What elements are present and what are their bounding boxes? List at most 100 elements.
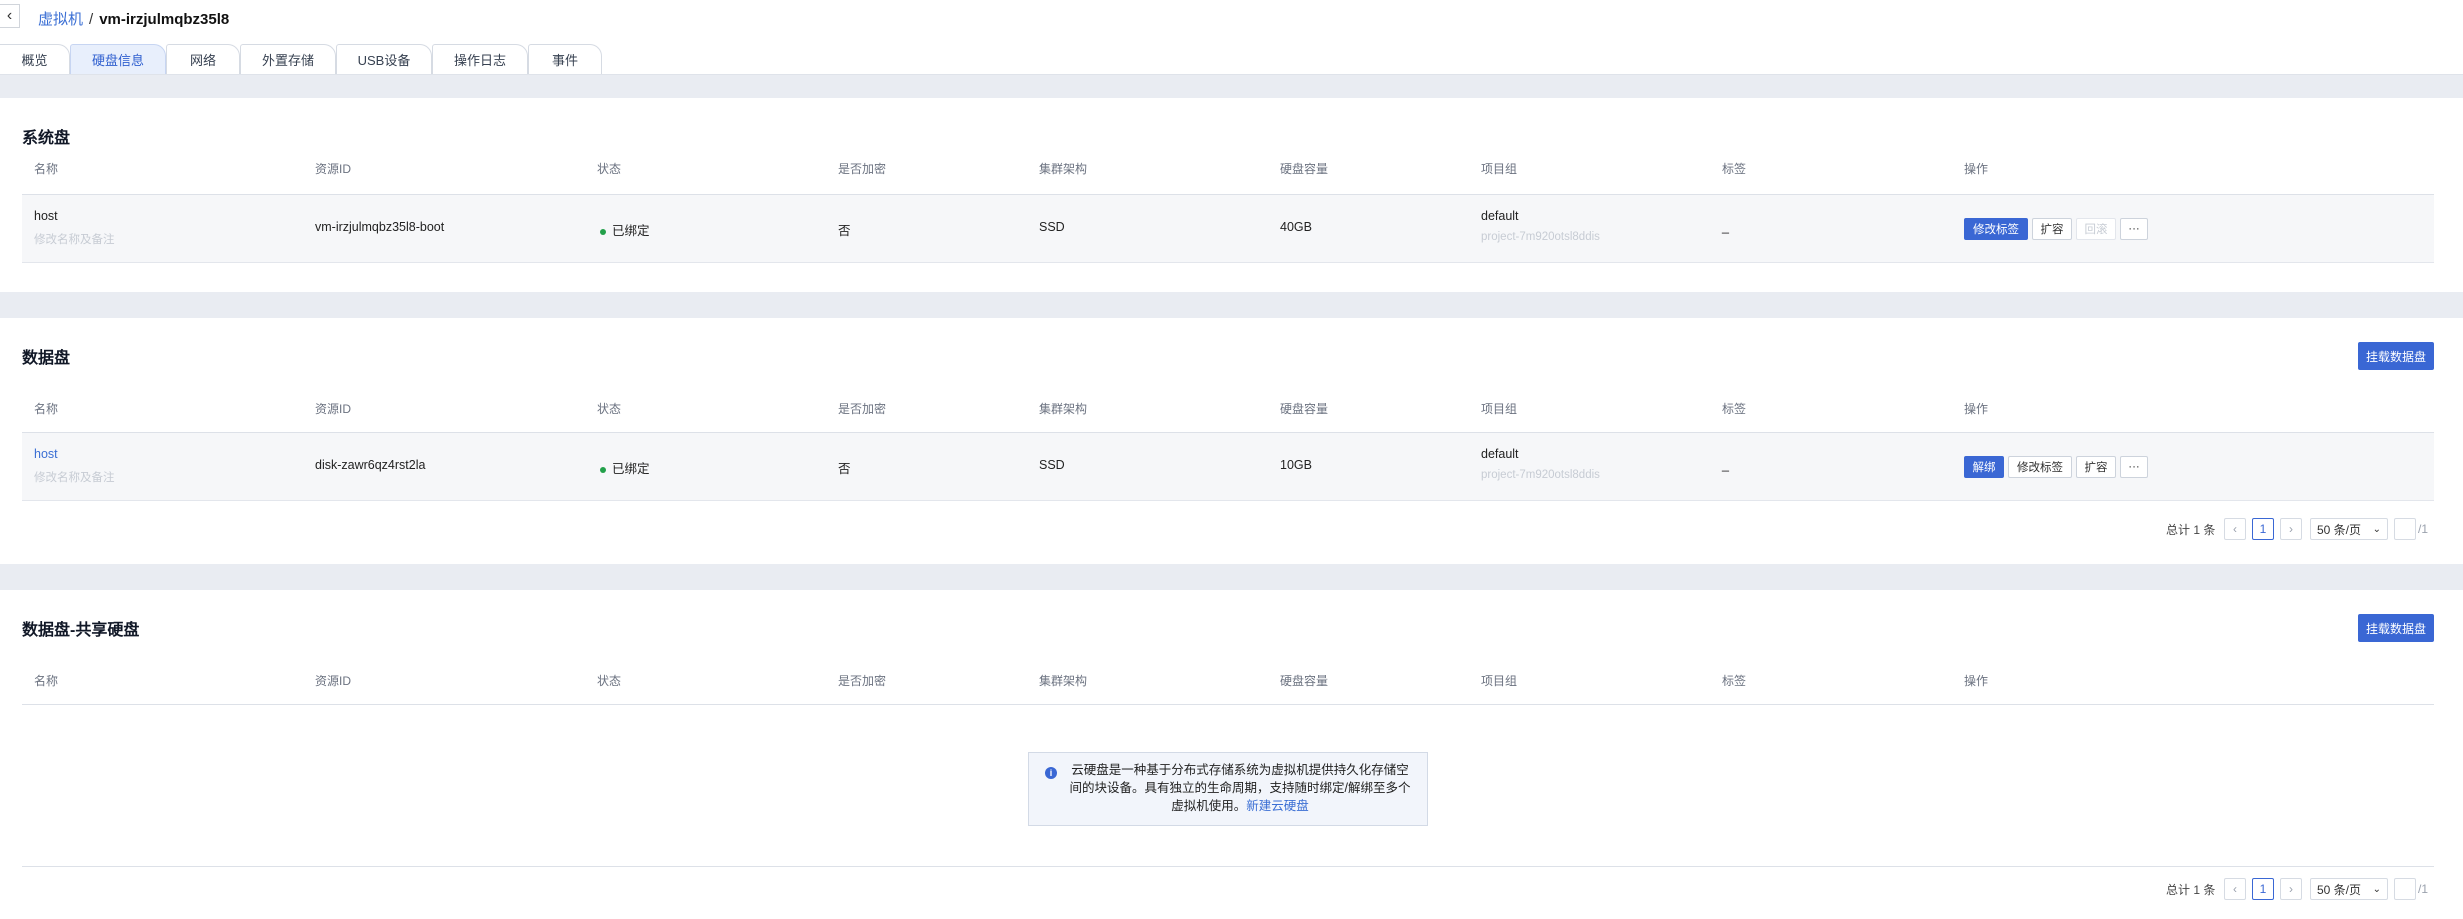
prev-page-button[interactable]: ‹	[2224, 878, 2246, 900]
col-arch: 集群架构	[1039, 402, 1088, 416]
col-resource-id: 资源ID	[315, 162, 352, 176]
table-row: host 修改名称及备注 disk-zawr6qz4rst2la 已绑定 否 S…	[22, 433, 2434, 501]
chevron-down-icon: ⌄	[2372, 883, 2381, 895]
status-dot-icon	[600, 228, 606, 235]
total-count: 总计 1 条	[2166, 522, 2216, 537]
arch-value: SSD	[1039, 458, 1065, 472]
status-badge: 已绑定	[600, 220, 650, 239]
disk-name: host	[34, 209, 58, 223]
col-encrypted: 是否加密	[838, 162, 887, 176]
tab-operation-log[interactable]: 操作日志	[432, 44, 528, 74]
col-name: 名称	[34, 402, 59, 416]
prev-page-button[interactable]: ‹	[2224, 518, 2246, 540]
resource-id: vm-irzjulmqbz35l8-boot	[315, 220, 445, 234]
rollback-button[interactable]: 回滚	[2076, 218, 2116, 240]
capacity-value: 10GB	[1280, 458, 1312, 472]
back-button[interactable]: ‹	[0, 4, 20, 28]
chevron-down-icon: ⌄	[2372, 523, 2381, 535]
create-cloud-disk-link[interactable]: 新建云硬盘	[1246, 799, 1309, 813]
total-count: 总计 1 条	[2166, 882, 2216, 897]
col-actions: 操作	[1964, 402, 1989, 416]
unbind-button[interactable]: 解绑	[1964, 456, 2004, 478]
more-actions-button[interactable]: ···	[2120, 218, 2148, 240]
next-page-button[interactable]: ›	[2280, 878, 2302, 900]
table-header: 名称 资源ID 状态 是否加密 集群架构 硬盘容量 项目组 标签 操作	[22, 672, 2434, 694]
breadcrumb-parent-link[interactable]: 虚拟机	[38, 11, 83, 28]
status-badge: 已绑定	[600, 458, 650, 477]
disk-name-link[interactable]: host	[34, 447, 58, 461]
status-dot-icon	[600, 466, 606, 473]
total-pages: /1	[2418, 882, 2429, 896]
table-header: 名称 资源ID 状态 是否加密 集群架构 硬盘容量 项目组 标签 操作	[22, 400, 2434, 422]
tab-disk-info[interactable]: 硬盘信息	[70, 44, 166, 74]
tag-value: _	[1722, 220, 1729, 234]
col-name: 名称	[34, 162, 59, 176]
page-jump-input[interactable]	[2394, 878, 2416, 900]
page-1-button[interactable]: 1	[2252, 878, 2274, 900]
encrypted-value: 否	[838, 224, 851, 238]
arch-value: SSD	[1039, 220, 1065, 234]
empty-state-notice: i 云硬盘是一种基于分布式存储系统为虚拟机提供持久化存储空间的块设备。具有独立的…	[1028, 752, 1428, 826]
table-bottom-divider	[22, 866, 2434, 867]
project-name: default	[1481, 209, 1519, 223]
empty-state-text: 云硬盘是一种基于分布式存储系统为虚拟机提供持久化存储空间的块设备。具有独立的生命…	[1069, 763, 1411, 813]
col-actions: 操作	[1964, 674, 1989, 688]
tab-bar: 概览 硬盘信息 网络 外置存储 USB设备 操作日志 事件	[0, 44, 2463, 75]
capacity-value: 40GB	[1280, 220, 1312, 234]
more-actions-button[interactable]: ···	[2120, 456, 2148, 478]
tab-events[interactable]: 事件	[528, 44, 602, 74]
page-size-value: 50 条/页	[2317, 522, 2362, 537]
section-title: 数据盘-共享硬盘	[22, 622, 140, 639]
col-status: 状态	[597, 402, 622, 416]
page-jump-input[interactable]	[2394, 518, 2416, 540]
col-arch: 集群架构	[1039, 162, 1088, 176]
col-resource-id: 资源ID	[315, 674, 352, 688]
page-size-value: 50 条/页	[2317, 882, 2362, 897]
col-arch: 集群架构	[1039, 674, 1088, 688]
mount-data-disk-button[interactable]: 挂载数据盘	[2358, 614, 2434, 642]
col-encrypted: 是否加密	[838, 402, 887, 416]
next-page-button[interactable]: ›	[2280, 518, 2302, 540]
breadcrumb: 虚拟机 / vm-irzjulmqbz35l8	[38, 8, 229, 29]
top-bar: ‹ 虚拟机 / vm-irzjulmqbz35l8 概览 硬盘信息 网络 外置存储 …	[0, 0, 2463, 75]
edit-tag-button[interactable]: 修改标签	[1964, 218, 2028, 240]
encrypted-value: 否	[838, 462, 851, 476]
project-id: project-7m920otsl8ddis	[1481, 469, 1600, 481]
expand-button[interactable]: 扩容	[2076, 456, 2116, 478]
total-pages: /1	[2418, 522, 2429, 536]
tab-network[interactable]: 网络	[166, 44, 240, 74]
col-resource-id: 资源ID	[315, 402, 352, 416]
tab-external-storage[interactable]: 外置存储	[240, 44, 336, 74]
tag-value: _	[1722, 458, 1729, 472]
project-id: project-7m920otsl8ddis	[1481, 231, 1600, 243]
project-name: default	[1481, 447, 1519, 461]
status-text: 已绑定	[612, 224, 650, 238]
breadcrumb-separator: /	[89, 11, 94, 28]
col-actions: 操作	[1964, 162, 1989, 176]
expand-button[interactable]: 扩容	[2032, 218, 2072, 240]
pagination: 总计 1 条 ‹ 1 › 50 条/页 ⌄ /1	[2166, 518, 2436, 542]
col-project: 项目组	[1481, 402, 1518, 416]
section-title: 数据盘	[22, 350, 71, 367]
pagination: 总计 1 条 ‹ 1 › 50 条/页 ⌄ /1	[2166, 878, 2436, 902]
system-disk-panel: 系统盘 名称 资源ID 状态 是否加密 集群架构 硬盘容量 项目组 标签 操作 …	[0, 98, 2463, 292]
table-header: 名称 资源ID 状态 是否加密 集群架构 硬盘容量 项目组 标签 操作	[22, 160, 2434, 182]
tab-usb[interactable]: USB设备	[336, 44, 432, 74]
header-divider	[22, 704, 2434, 705]
col-capacity: 硬盘容量	[1280, 162, 1329, 176]
edit-tag-button[interactable]: 修改标签	[2008, 456, 2072, 478]
edit-name-note-link[interactable]: 修改名称及备注	[34, 231, 115, 247]
tab-overview[interactable]: 概览	[0, 44, 70, 74]
section-title: 系统盘	[22, 130, 71, 147]
edit-name-note-link[interactable]: 修改名称及备注	[34, 469, 115, 485]
chevron-left-icon: ‹	[6, 7, 13, 24]
page-size-select[interactable]: 50 条/页 ⌄	[2310, 518, 2388, 540]
data-disk-panel: 数据盘 挂载数据盘 名称 资源ID 状态 是否加密 集群架构 硬盘容量 项目组 …	[0, 318, 2463, 564]
col-status: 状态	[597, 674, 622, 688]
col-encrypted: 是否加密	[838, 674, 887, 688]
page-size-select[interactable]: 50 条/页 ⌄	[2310, 878, 2388, 900]
page-1-button[interactable]: 1	[2252, 518, 2274, 540]
mount-data-disk-button[interactable]: 挂载数据盘	[2358, 342, 2434, 370]
status-text: 已绑定	[612, 462, 650, 476]
info-icon: i	[1045, 767, 1057, 779]
